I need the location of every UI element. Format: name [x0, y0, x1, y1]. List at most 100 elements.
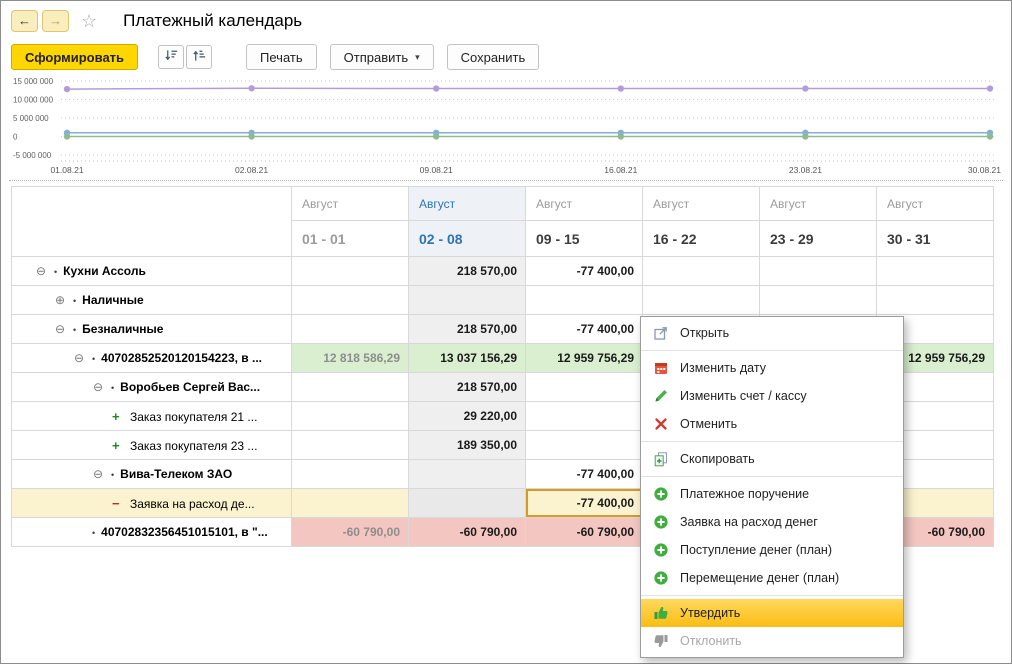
- column-range-header[interactable]: 01 - 01: [292, 221, 409, 257]
- value-cell[interactable]: [292, 373, 409, 402]
- value-cell[interactable]: -77 400,00: [526, 489, 643, 518]
- value-cell[interactable]: [760, 257, 877, 286]
- expand-icon[interactable]: ⊕: [55, 293, 68, 307]
- back-button[interactable]: ←: [11, 10, 38, 32]
- context-menu-item-11[interactable]: Перемещение денег (план): [641, 564, 903, 592]
- value-cell[interactable]: -77 400,00: [526, 460, 643, 489]
- send-button[interactable]: Отправить ▾: [330, 44, 434, 70]
- value-cell[interactable]: [292, 315, 409, 344]
- row-label-cell[interactable]: ⊖•Кухни Ассоль: [12, 257, 292, 286]
- context-menu-item-0[interactable]: Открыть: [641, 319, 903, 347]
- x-tick-label: 30.08.21: [968, 165, 1001, 175]
- context-menu-item-8[interactable]: Платежное поручение: [641, 480, 903, 508]
- column-range-header[interactable]: 09 - 15: [526, 221, 643, 257]
- generate-button[interactable]: Сформировать: [11, 44, 138, 70]
- value-cell[interactable]: [877, 286, 994, 315]
- context-menu-item-3[interactable]: Изменить счет / кассу: [641, 382, 903, 410]
- save-button[interactable]: Сохранить: [447, 44, 540, 70]
- row-label-cell[interactable]: •40702832356451015101, в "...: [12, 518, 292, 547]
- chart-data-point: [802, 133, 808, 139]
- menu-item-label: Отменить: [680, 417, 737, 431]
- bullet-icon: •: [73, 325, 76, 335]
- row-label: Наличные: [82, 293, 143, 307]
- value-cell[interactable]: [526, 373, 643, 402]
- favorite-star-icon[interactable]: ☆: [81, 11, 97, 32]
- row-label: Заказ покупателя 23 ...: [130, 439, 257, 453]
- chart-data-point: [248, 133, 254, 139]
- value-cell[interactable]: [292, 460, 409, 489]
- value-cell[interactable]: [526, 402, 643, 431]
- value-cell[interactable]: 12 818 586,29: [292, 344, 409, 373]
- column-range-header[interactable]: 30 - 31: [877, 221, 994, 257]
- value-cell[interactable]: [643, 286, 760, 315]
- collapse-icon[interactable]: ⊖: [55, 322, 68, 336]
- value-cell[interactable]: [760, 286, 877, 315]
- context-menu-item-14[interactable]: Отклонить: [641, 627, 903, 655]
- print-button[interactable]: Печать: [246, 44, 317, 70]
- column-month-header[interactable]: Август: [877, 187, 994, 221]
- value-cell[interactable]: [877, 257, 994, 286]
- collapse-icon[interactable]: ⊖: [93, 467, 106, 481]
- context-menu: Открыть Изменить датуИзменить счет / касс…: [640, 316, 904, 658]
- value-cell[interactable]: [292, 402, 409, 431]
- column-range-header[interactable]: 16 - 22: [643, 221, 760, 257]
- row-label-cell[interactable]: −Заявка на расход де...: [12, 489, 292, 518]
- column-range-header[interactable]: 02 - 08: [409, 221, 526, 257]
- value-cell[interactable]: [292, 286, 409, 315]
- value-cell[interactable]: [409, 460, 526, 489]
- row-label-cell[interactable]: ⊖ • 40702852520120154223, в ...: [12, 344, 292, 373]
- row-label-cell[interactable]: +Заказ покупателя 21 ...: [12, 402, 292, 431]
- column-month-header[interactable]: Август: [643, 187, 760, 221]
- row-label-cell[interactable]: +Заказ покупателя 23 ...: [12, 431, 292, 460]
- value-cell[interactable]: [643, 257, 760, 286]
- row-label: 40702852520120154223, в ...: [101, 351, 262, 365]
- context-menu-item-10[interactable]: Поступление денег (план): [641, 536, 903, 564]
- value-cell[interactable]: -60 790,00: [292, 518, 409, 547]
- bullet-icon: •: [92, 354, 95, 364]
- collapse-icon[interactable]: ⊖: [93, 380, 106, 394]
- column-month-header[interactable]: Август: [292, 187, 409, 221]
- value-cell[interactable]: -77 400,00: [526, 315, 643, 344]
- sort-ascending-button[interactable]: [186, 45, 212, 69]
- row-label-cell[interactable]: ⊖•Вива-Телеком ЗАО: [12, 460, 292, 489]
- table-corner: [12, 187, 292, 257]
- value-cell[interactable]: 218 570,00: [409, 257, 526, 286]
- row-label-cell[interactable]: ⊖•Безналичные: [12, 315, 292, 344]
- collapse-icon[interactable]: ⊖: [36, 264, 49, 278]
- sort-descending-button[interactable]: [158, 45, 184, 69]
- forward-button[interactable]: →: [42, 10, 69, 32]
- value-cell[interactable]: [409, 489, 526, 518]
- copy-icon: [653, 451, 670, 468]
- column-month-header[interactable]: Август: [760, 187, 877, 221]
- row-label: 40702832356451015101, в "...: [101, 525, 268, 539]
- column-month-header[interactable]: Август: [409, 187, 526, 221]
- value-cell[interactable]: [292, 431, 409, 460]
- context-menu-item-2[interactable]: Изменить дату: [641, 354, 903, 382]
- value-cell[interactable]: 29 220,00: [409, 402, 526, 431]
- value-cell[interactable]: -77 400,00: [526, 257, 643, 286]
- row-label-cell[interactable]: ⊖•Воробьев Сергей Вас...: [12, 373, 292, 402]
- context-menu-item-4[interactable]: Отменить: [641, 410, 903, 438]
- context-menu-item-6[interactable]: Скопировать: [641, 445, 903, 473]
- value-cell[interactable]: 189 350,00: [409, 431, 526, 460]
- column-month-header[interactable]: Август: [526, 187, 643, 221]
- add-icon: [653, 486, 670, 503]
- value-cell[interactable]: [526, 431, 643, 460]
- row-label-cell[interactable]: ⊕•Наличные: [12, 286, 292, 315]
- value-cell[interactable]: 12 959 756,29: [526, 344, 643, 373]
- value-cell[interactable]: 218 570,00: [409, 315, 526, 344]
- value-cell[interactable]: -60 790,00: [409, 518, 526, 547]
- page-title: Платежный календарь: [123, 11, 302, 31]
- value-cell[interactable]: [526, 286, 643, 315]
- value-cell[interactable]: [292, 257, 409, 286]
- value-cell[interactable]: 13 037 156,29: [409, 344, 526, 373]
- collapse-icon[interactable]: ⊖: [74, 351, 87, 365]
- value-cell[interactable]: -60 790,00: [526, 518, 643, 547]
- context-menu-item-9[interactable]: Заявка на расход денег: [641, 508, 903, 536]
- value-cell[interactable]: 218 570,00: [409, 373, 526, 402]
- value-cell[interactable]: [292, 489, 409, 518]
- column-range-header[interactable]: 23 - 29: [760, 221, 877, 257]
- value-cell[interactable]: [409, 286, 526, 315]
- menu-item-label: Скопировать: [680, 452, 755, 466]
- context-menu-item-13[interactable]: Утвердить: [641, 599, 903, 627]
